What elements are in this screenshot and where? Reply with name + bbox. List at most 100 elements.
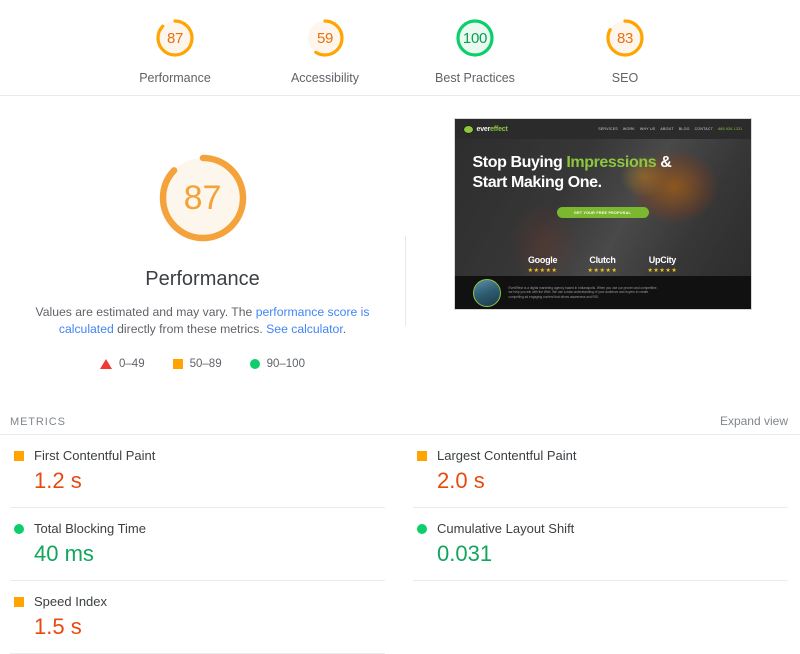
badge-google: Google ★★★★★ [528,255,558,274]
circle-icon [250,359,260,369]
performance-title: Performance [145,268,260,291]
metric-label: Largest Contentful Paint [437,448,576,463]
metrics-header: METRICS Expand view [0,414,800,434]
final-screenshot-thumbnail[interactable]: evereffect SERVICES WORK WHY US ABOUT BL… [454,118,752,310]
metric-header: First Contentful Paint [10,448,385,463]
performance-section: 87 Performance Values are estimated and … [0,96,800,414]
desc-text-2: directly from these metrics. [114,322,266,336]
score-chip-label: Accessibility [291,71,359,85]
review-badges: Google ★★★★★ Clutch ★★★★★ UpCity ★★★★★ [455,255,751,274]
metrics-section-label: METRICS [10,416,66,428]
metric-header: Largest Contentful Paint [413,448,788,463]
logo-text: evereffect [477,126,508,133]
circle-icon [417,524,427,534]
score-chip-label: Best Practices [435,71,515,85]
thumbnail-footer: EverEffect is a digital marketing agency… [455,276,751,309]
legend-item-pass: 90–100 [250,358,305,370]
logo-text-green: effect [490,126,507,133]
headline-part-1: Stop Buying [473,154,567,171]
star-rating-icon: ★★★★★ [528,267,558,274]
legend-item-average: 50–89 [173,358,222,370]
score-chip-seo[interactable]: 83 SEO [577,14,673,85]
metric-cumulative-layout-shift[interactable]: Cumulative Layout Shift 0.031 [413,508,788,581]
site-logo: evereffect [463,125,508,134]
gauge-score-value: 83 [601,14,649,62]
star-rating-icon: ★★★★★ [588,267,618,274]
metric-value: 40 ms [34,540,385,568]
desc-text-3: . [343,322,346,336]
metric-largest-contentful-paint[interactable]: Largest Contentful Paint 2.0 s [413,435,788,508]
square-icon [417,451,427,461]
gauge-score-value: 59 [301,14,349,62]
score-legend: 0–49 50–89 90–100 [100,358,305,370]
legend-label: 90–100 [267,358,305,370]
vertical-divider [405,236,406,326]
metric-first-contentful-paint[interactable]: First Contentful Paint 1.2 s [10,435,385,508]
badge-clutch: Clutch ★★★★★ [588,255,618,274]
nav-link-about: ABOUT [660,127,673,131]
metric-header: Cumulative Layout Shift [413,521,788,536]
gauge-score-value: 87 [151,14,199,62]
badge-name: UpCity [649,255,676,265]
thumbnail-nav-links: SERVICES WORK WHY US ABOUT BLOG CONTACT … [598,127,742,131]
performance-description: Values are estimated and may vary. The p… [30,304,375,338]
hero-cta-button: GET YOUR FREE PROPOSAL [557,207,649,218]
metric-value: 2.0 s [437,467,788,495]
hero-cta-label: GET YOUR FREE PROPOSAL [574,211,631,215]
expand-view-button[interactable]: Expand view [720,414,788,428]
legend-label: 0–49 [119,358,145,370]
logo-mark-icon [463,125,474,134]
gauge-best-practices: 100 [451,14,499,62]
metric-value: 0.031 [437,540,788,568]
headline-line-2: Start Making One. [473,174,602,191]
score-chip-best-practices[interactable]: 100 Best Practices [427,14,523,85]
metric-label: Speed Index [34,594,107,609]
nav-link-work: WORK [623,127,635,131]
score-chip-label: Performance [139,71,211,85]
badge-name: Google [528,255,557,265]
metric-label: Total Blocking Time [34,521,146,536]
legend-label: 50–89 [190,358,222,370]
star-rating-icon: ★★★★★ [647,267,677,274]
legend-item-fail: 0–49 [100,358,145,370]
badge-name: Clutch [589,255,615,265]
thumbnail-hero-content: Stop Buying Impressions & Start Making On… [455,139,751,218]
logo-text-white: ever [477,126,491,133]
see-calculator-link[interactable]: See calculator [266,322,343,336]
square-icon [173,359,183,369]
nav-link-why-us: WHY US [640,127,656,131]
metric-header: Total Blocking Time [10,521,385,536]
nav-phone-number: 888.926.1331 [718,127,742,131]
desc-text-1: Values are estimated and may vary. The [36,305,256,319]
gauge-large-score-value: 87 [149,144,257,252]
gauge-accessibility: 59 [301,14,349,62]
headline-part-2: & [656,154,671,171]
circle-icon [14,524,24,534]
score-chip-label: SEO [612,71,638,85]
metric-value: 1.5 s [34,613,385,641]
badge-upcity: UpCity ★★★★★ [647,255,677,274]
metric-label: Cumulative Layout Shift [437,521,574,536]
metric-header: Speed Index [10,594,385,609]
square-icon [14,597,24,607]
performance-summary: 87 Performance Values are estimated and … [0,96,405,370]
score-chip-accessibility[interactable]: 59 Accessibility [277,14,373,85]
nav-link-blog: BLOG [679,127,690,131]
metrics-grid: First Contentful Paint 1.2 s Largest Con… [0,434,800,654]
metric-value: 1.2 s [34,467,385,495]
headline-highlight: Impressions [566,154,656,171]
final-screenshot-panel: evereffect SERVICES WORK WHY US ABOUT BL… [405,96,800,310]
gauge-seo: 83 [601,14,649,62]
footer-paragraph: EverEffect is a digital marketing agency… [509,286,659,300]
avatar [473,279,501,307]
gauge-performance-large: 87 [149,144,257,252]
hero-headline: Stop Buying Impressions & Start Making On… [473,153,733,193]
metric-speed-index[interactable]: Speed Index 1.5 s [10,581,385,654]
metric-total-blocking-time[interactable]: Total Blocking Time 40 ms [10,508,385,581]
square-icon [14,451,24,461]
metric-label: First Contentful Paint [34,448,155,463]
gauge-score-value: 100 [451,14,499,62]
nav-link-contact: CONTACT [695,127,714,131]
score-chip-performance[interactable]: 87 Performance [127,14,223,85]
nav-link-services: SERVICES [598,127,618,131]
